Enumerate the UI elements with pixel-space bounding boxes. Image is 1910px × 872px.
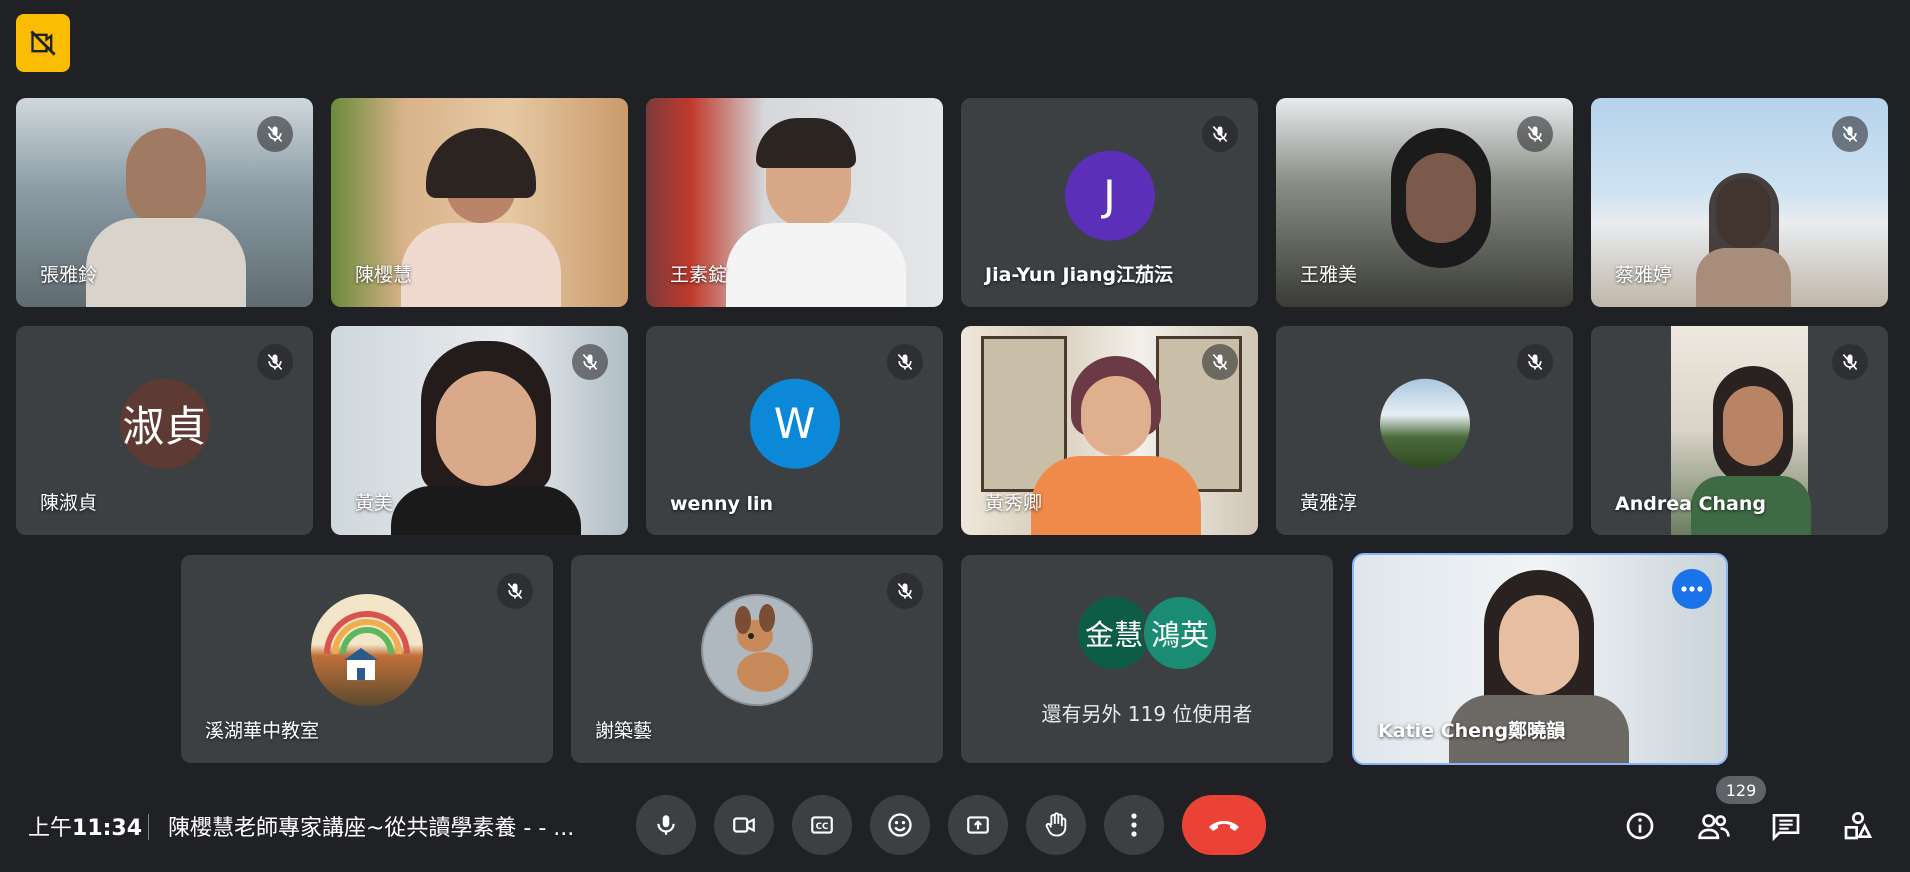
no-camera-icon bbox=[30, 30, 56, 56]
time-prefix: 上午 bbox=[28, 816, 73, 841]
participant-tile[interactable]: 張雅鈴 bbox=[16, 98, 313, 307]
emoji-button[interactable] bbox=[870, 795, 930, 855]
participant-name: 黃秀卿 bbox=[985, 492, 1043, 514]
others-avatar: 金慧 bbox=[1076, 595, 1152, 671]
mic-off-icon bbox=[257, 344, 293, 380]
mic-off-icon bbox=[572, 344, 608, 380]
captions-icon: CC bbox=[811, 816, 833, 834]
participant-name: Katie Cheng鄭曉韻 bbox=[1378, 720, 1566, 742]
control-bar: 上午11:34 陳櫻慧老師專家講座~從共讀學素養 - - ... CC 129 bbox=[0, 760, 1910, 872]
mic-off-icon bbox=[1202, 344, 1238, 380]
participant-avatar: W bbox=[749, 378, 840, 469]
divider bbox=[148, 814, 149, 840]
participant-name: 蔡雅婷 bbox=[1615, 264, 1673, 286]
info-icon bbox=[1626, 812, 1654, 840]
participant-tile[interactable]: 黃雅淳 bbox=[1276, 326, 1573, 535]
others-count-text: 還有另外 119 位使用者 bbox=[1041, 702, 1253, 726]
participant-name: 王素錠 bbox=[670, 264, 728, 286]
participant-tile[interactable]: 溪湖華中教室 bbox=[181, 555, 553, 763]
participant-tile[interactable]: 王素錠 bbox=[646, 98, 943, 307]
raise-hand-icon bbox=[1045, 812, 1067, 837]
participant-name: 張雅鈴 bbox=[40, 264, 98, 286]
participant-name: 溪湖華中教室 bbox=[205, 720, 320, 742]
more-vert-icon bbox=[1131, 813, 1137, 837]
mic-icon bbox=[657, 815, 675, 835]
mic-off-icon bbox=[1832, 116, 1868, 152]
mic-off-icon bbox=[497, 573, 533, 609]
participant-tile[interactable]: 蔡雅婷 bbox=[1591, 98, 1888, 307]
meeting-clock: 上午11:34 bbox=[28, 810, 142, 842]
recording-indicator[interactable] bbox=[16, 14, 70, 72]
mic-button[interactable] bbox=[636, 795, 696, 855]
mic-off-icon bbox=[887, 344, 923, 380]
participant-name: Andrea Chang bbox=[1615, 493, 1766, 515]
meeting-title: 陳櫻慧老師專家講座~從共讀學素養 - - ... bbox=[168, 816, 575, 841]
participant-avatar bbox=[701, 594, 813, 707]
more-options-icon[interactable] bbox=[1672, 569, 1712, 609]
participant-tile[interactable]: 陳櫻慧 bbox=[331, 98, 628, 307]
meeting-info-button[interactable] bbox=[1618, 804, 1662, 848]
others-avatars: 金慧 鴻英 bbox=[1076, 595, 1218, 671]
activities-icon bbox=[1844, 812, 1873, 840]
svg-text:CC: CC bbox=[816, 822, 829, 832]
mic-off-icon bbox=[1517, 116, 1553, 152]
activities-button[interactable] bbox=[1836, 804, 1880, 848]
time-value: 11:34 bbox=[72, 816, 143, 841]
participant-name: 黃美 bbox=[355, 492, 394, 514]
chat-button[interactable] bbox=[1764, 804, 1808, 848]
mic-off-icon bbox=[257, 116, 293, 152]
participant-tile[interactable]: 淑貞 陳淑貞 bbox=[16, 326, 313, 535]
mic-off-icon bbox=[1202, 116, 1238, 152]
people-button[interactable] bbox=[1692, 804, 1736, 848]
participant-avatar: 淑貞 bbox=[119, 378, 210, 469]
participant-avatar: J bbox=[1064, 150, 1155, 241]
present-icon bbox=[967, 816, 989, 834]
others-avatar: 鴻英 bbox=[1142, 595, 1218, 671]
mic-off-icon bbox=[1517, 344, 1553, 380]
participant-name: 謝築藝 bbox=[595, 720, 653, 742]
participant-tile[interactable]: 黃美 bbox=[331, 326, 628, 535]
self-tile[interactable]: Katie Cheng鄭曉韻 bbox=[1352, 553, 1728, 765]
chat-icon bbox=[1772, 814, 1800, 842]
end-call-icon bbox=[1209, 821, 1239, 831]
participant-name: 陳櫻慧 bbox=[355, 264, 413, 286]
emoji-icon bbox=[888, 813, 912, 837]
mic-off-icon bbox=[887, 573, 923, 609]
participant-name: 王雅美 bbox=[1300, 264, 1358, 286]
participant-count-badge: 129 bbox=[1716, 776, 1766, 804]
camera-button[interactable] bbox=[714, 795, 774, 855]
others-tile[interactable]: 金慧 鴻英 還有另外 119 位使用者 bbox=[961, 555, 1333, 763]
participant-name: wenny lin bbox=[670, 493, 774, 515]
camera-icon bbox=[733, 817, 755, 833]
raise-hand-button[interactable] bbox=[1026, 795, 1086, 855]
participant-avatar bbox=[311, 594, 423, 707]
participant-name: Jia-Yun Jiang江茄沄 bbox=[985, 264, 1174, 286]
participant-tile[interactable]: 黃秀卿 bbox=[961, 326, 1258, 535]
participant-tile[interactable]: J Jia-Yun Jiang江茄沄 bbox=[961, 98, 1258, 307]
participant-tile[interactable]: Andrea Chang bbox=[1591, 326, 1888, 535]
participant-tile[interactable]: 謝築藝 bbox=[571, 555, 943, 763]
participant-tile[interactable]: 王雅美 bbox=[1276, 98, 1573, 307]
participant-name: 黃雅淳 bbox=[1300, 492, 1358, 514]
people-icon bbox=[1698, 814, 1730, 840]
captions-button[interactable]: CC bbox=[792, 795, 852, 855]
present-button[interactable] bbox=[948, 795, 1008, 855]
mic-off-icon bbox=[1832, 344, 1868, 380]
participant-tile[interactable]: W wenny lin bbox=[646, 326, 943, 535]
end-call-button[interactable] bbox=[1182, 795, 1266, 855]
more-options-button[interactable] bbox=[1104, 795, 1164, 855]
participant-name: 陳淑貞 bbox=[40, 492, 98, 514]
participant-avatar bbox=[1379, 378, 1470, 469]
